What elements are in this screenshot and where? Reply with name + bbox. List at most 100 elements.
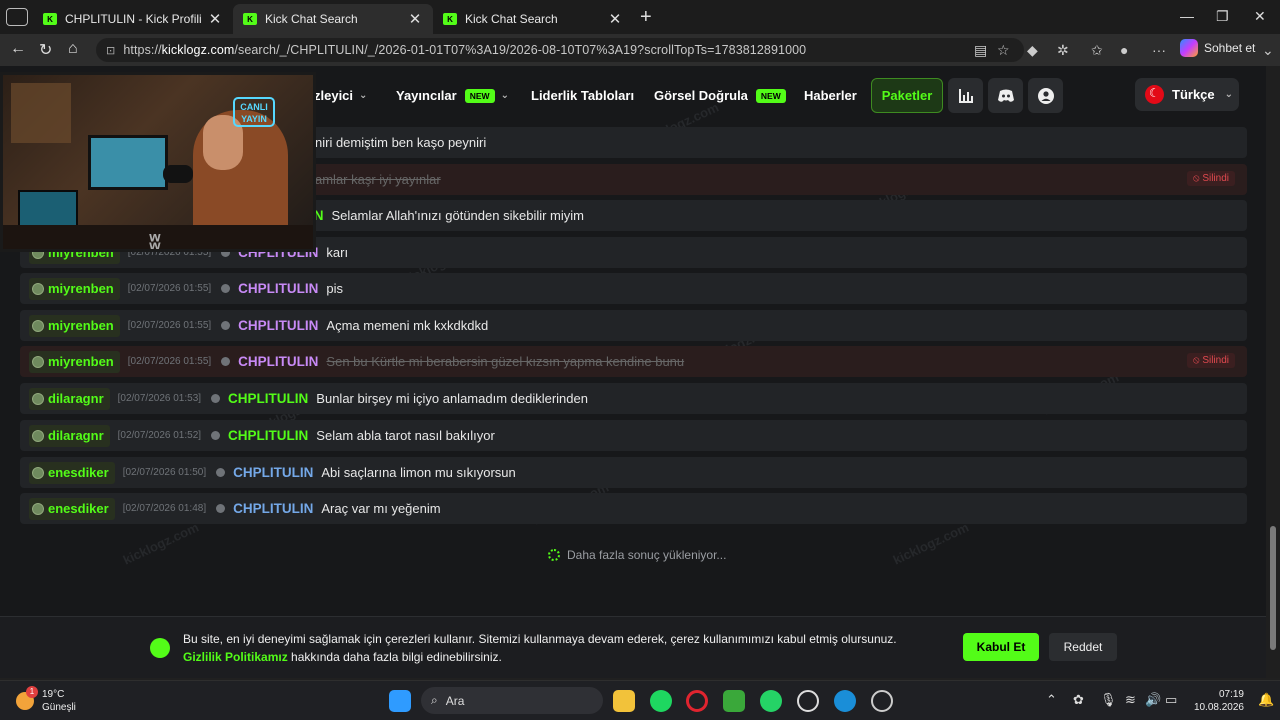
- reload-icon[interactable]: ↻: [39, 40, 52, 60]
- maximize-icon[interactable]: ❐: [1216, 8, 1229, 25]
- info-icon[interactable]: [221, 357, 231, 366]
- avatar: [32, 429, 44, 442]
- timestamp: [02/07/2026 01:48]: [122, 503, 207, 514]
- xbox-icon[interactable]: [723, 690, 745, 712]
- notification-bell-icon[interactable]: 🔔: [1258, 692, 1274, 708]
- message-text: Selam abla tarot nasıl bakılıyor: [316, 428, 495, 443]
- tray-icon[interactable]: ✿: [1073, 692, 1084, 708]
- chatgpt-icon[interactable]: [797, 690, 819, 712]
- opera-icon[interactable]: [686, 690, 708, 712]
- chat-row: dilaragnr [02/07/2026 01:52] CHPLITULIN …: [20, 420, 1247, 451]
- more-options-icon[interactable]: ···: [1152, 42, 1166, 58]
- close-icon[interactable]: ✕: [607, 10, 623, 28]
- nav-haberler[interactable]: Haberler: [804, 88, 857, 103]
- channel-name[interactable]: CHPLITULIN: [228, 391, 308, 406]
- stats-chart-icon[interactable]: [948, 78, 983, 113]
- tab-kick-chat-search-active[interactable]: K Kick Chat Search ✕: [233, 4, 433, 34]
- discord-icon[interactable]: [988, 78, 1023, 113]
- user-account-icon[interactable]: [1028, 78, 1063, 113]
- site-info-icon[interactable]: ⊡: [106, 44, 115, 57]
- copilot-label: Sohbet et: [1204, 41, 1256, 55]
- edge-icon[interactable]: [834, 690, 856, 712]
- spotify-icon[interactable]: [650, 690, 672, 712]
- info-icon[interactable]: [221, 321, 231, 330]
- username-chip[interactable]: miyrenben: [29, 314, 120, 337]
- home-icon[interactable]: ⌂: [68, 40, 78, 58]
- favorites-icon[interactable]: ✩: [1091, 42, 1103, 59]
- username-chip[interactable]: dilaragnr: [29, 424, 110, 447]
- app-icon[interactable]: [871, 690, 893, 712]
- whatsapp-icon[interactable]: [760, 690, 782, 712]
- info-icon[interactable]: [221, 284, 231, 293]
- cookie-icon: [150, 638, 170, 658]
- nav-paketler-button[interactable]: Paketler: [871, 78, 943, 113]
- info-icon[interactable]: [216, 504, 226, 513]
- system-clock[interactable]: 07:19 10.08.2026: [1186, 688, 1244, 714]
- channel-name[interactable]: CHPLITULIN: [238, 354, 318, 369]
- load-more-indicator: Daha fazla sonuç yükleniyor...: [548, 548, 726, 562]
- info-icon[interactable]: [216, 468, 226, 477]
- windows-start-icon[interactable]: [389, 690, 411, 712]
- nav-liderlik[interactable]: Liderlik Tabloları: [531, 88, 634, 103]
- back-icon[interactable]: ←: [10, 40, 26, 58]
- scrollbar-thumb[interactable]: [1270, 526, 1276, 650]
- message-text: Sen bu Kürtle mi berabersin güzel kızsın…: [326, 354, 685, 369]
- address-toolbar: ← ↻ ⌂ ⊡ https://kicklogz.com/search/_/CH…: [0, 34, 1280, 66]
- close-icon[interactable]: ✕: [407, 10, 423, 28]
- url-field[interactable]: ⊡ https://kicklogz.com/search/_/CHPLITUL…: [96, 38, 1024, 62]
- username-chip[interactable]: dilaragnr: [29, 387, 110, 410]
- chevron-up-icon[interactable]: ⌃: [1046, 692, 1057, 708]
- info-icon[interactable]: [211, 431, 221, 440]
- timestamp: [02/07/2026 01:52]: [117, 430, 202, 441]
- tab-actions-icon[interactable]: [6, 8, 28, 26]
- channel-name[interactable]: CHPLITULIN: [233, 465, 313, 480]
- channel-name[interactable]: CHPLITULIN: [238, 318, 318, 333]
- extensions-puzzle-icon[interactable]: ✲: [1057, 42, 1069, 59]
- tab-kick-chat-search[interactable]: K Kick Chat Search ✕: [433, 4, 633, 34]
- reader-view-icon[interactable]: ▤: [974, 42, 987, 59]
- battery-icon[interactable]: ▭: [1165, 692, 1177, 708]
- reject-cookies-button[interactable]: Reddet: [1049, 633, 1117, 661]
- avatar: [32, 392, 44, 405]
- nav-gorsel-dogrula[interactable]: Görsel Doğrula NEW: [654, 88, 786, 103]
- deleted-badge: ⦸ Silindi: [1187, 353, 1235, 368]
- window-close-icon[interactable]: ✕: [1254, 8, 1266, 25]
- channel-name[interactable]: CHPLITULIN: [238, 281, 318, 296]
- minimize-icon[interactable]: —: [1180, 8, 1194, 24]
- username-chip[interactable]: miyrenben: [29, 277, 120, 300]
- copilot-button[interactable]: Sohbet et: [1180, 39, 1255, 57]
- language-selector[interactable]: Türkçe ⌄: [1135, 78, 1239, 111]
- channel-name[interactable]: CHPLITULIN: [233, 501, 313, 516]
- chat-row: dilaragnr [02/07/2026 01:53] CHPLITULIN …: [20, 383, 1247, 414]
- url-domain: kicklogz.com: [161, 43, 235, 57]
- sidebar-toggle-icon[interactable]: ⌄: [1262, 42, 1274, 59]
- info-icon[interactable]: [211, 394, 221, 403]
- username-chip[interactable]: miyrenben: [29, 350, 120, 373]
- extension-icon[interactable]: ◆: [1027, 42, 1038, 59]
- favorite-star-icon[interactable]: ☆: [997, 42, 1010, 59]
- username-chip[interactable]: enesdiker: [29, 461, 115, 484]
- avatar: [32, 466, 44, 479]
- volume-icon[interactable]: 🔊: [1145, 692, 1161, 708]
- wifi-icon[interactable]: ≋: [1125, 692, 1136, 708]
- page-scrollbar[interactable]: [1266, 66, 1280, 678]
- taskbar-search[interactable]: ⌕ Ara: [421, 687, 603, 714]
- privacy-policy-link[interactable]: Gizlilik Politikamız: [183, 650, 288, 664]
- avatar: [32, 282, 44, 295]
- weather-widget[interactable]: 1 19°C Güneşli: [16, 686, 76, 714]
- nav-yayincilar[interactable]: Yayıncılar NEW ⌄: [396, 88, 509, 103]
- close-icon[interactable]: ✕: [207, 10, 223, 28]
- chat-row: enesdiker [02/07/2026 01:50] CHPLITULIN …: [20, 457, 1247, 488]
- accept-cookies-button[interactable]: Kabul Et: [963, 633, 1039, 661]
- nav-izleyici[interactable]: zleyici ⌄: [314, 88, 367, 103]
- tab-kick-profile[interactable]: K CHPLITULIN - Kick Profili ✕: [33, 4, 233, 34]
- message-text: Selamlar Allah'ınızı götünden sikebilir …: [331, 208, 584, 223]
- profile-avatar-icon[interactable]: ●: [1120, 42, 1128, 58]
- file-explorer-icon[interactable]: [613, 690, 635, 712]
- message-text: pis: [326, 281, 344, 296]
- microphone-icon[interactable]: 🎙: [1100, 692, 1117, 708]
- sun-icon: 1: [16, 686, 38, 710]
- username-chip[interactable]: enesdiker: [29, 497, 115, 520]
- channel-name[interactable]: CHPLITULIN: [228, 428, 308, 443]
- new-tab-icon[interactable]: +: [640, 6, 652, 29]
